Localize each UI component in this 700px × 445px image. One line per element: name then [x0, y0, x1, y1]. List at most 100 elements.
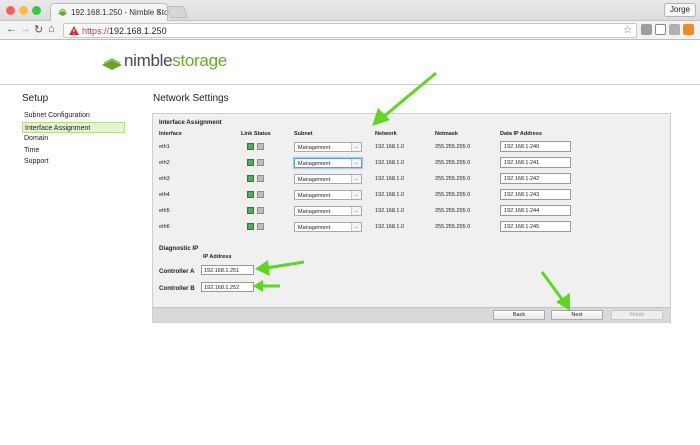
- subnet-value: Management: [298, 177, 331, 183]
- forward-arrow-icon[interactable]: →: [20, 23, 31, 35]
- subnet-select[interactable]: Management ⌄: [294, 158, 362, 168]
- link-status-icon: [257, 223, 264, 230]
- setup-sidebar: Subnet Configuration Interface Assignmen…: [22, 110, 125, 168]
- profile-button[interactable]: Jorge: [663, 3, 696, 17]
- subnet-value: Management: [298, 193, 331, 199]
- subnet-select[interactable]: Management ⌄: [294, 174, 362, 184]
- maximize-window-button[interactable]: [32, 6, 41, 15]
- annotation-arrow-icon: [253, 280, 280, 292]
- controller-b-label: Controller B: [159, 285, 195, 292]
- sidebar-item-interface-assignment[interactable]: Interface Assignment: [22, 121, 125, 133]
- link-status-icon: [257, 159, 264, 166]
- data-ip-input[interactable]: 192.168.1.244: [500, 205, 571, 216]
- subnet-value: Management: [298, 209, 331, 215]
- data-ip-input[interactable]: 192.168.1.241: [500, 157, 571, 168]
- link-status-icon: [257, 207, 264, 214]
- subnet-select[interactable]: Management ⌄: [294, 142, 362, 152]
- new-tab-button[interactable]: [165, 6, 189, 18]
- extension-icon[interactable]: [669, 24, 680, 35]
- data-ip-input[interactable]: 192.168.1.240: [500, 141, 571, 152]
- nimble-favicon-icon: [58, 8, 67, 17]
- extension-icon[interactable]: [641, 24, 652, 35]
- sidebar-item-support[interactable]: Support: [22, 156, 125, 168]
- netmask-value: 255.255.255.0: [435, 192, 471, 198]
- link-up-icon: [247, 143, 254, 150]
- network-value: 192.168.1.0: [375, 144, 405, 150]
- column-header-netmask: Netmask: [435, 131, 458, 137]
- subnet-select[interactable]: Management ⌄: [294, 206, 362, 216]
- diagnostic-ip-heading: Diagnostic IP: [159, 245, 199, 252]
- subnet-select[interactable]: Management ⌄: [294, 222, 362, 232]
- subnet-select[interactable]: Management ⌄: [294, 190, 362, 200]
- annotation-arrow-icon: [372, 71, 437, 126]
- url-scheme: https://: [82, 26, 110, 36]
- interface-name: eth4: [159, 192, 170, 198]
- network-value: 192.168.1.0: [375, 176, 405, 182]
- bookmark-star-icon[interactable]: ☆: [623, 25, 632, 36]
- annotation-arrow-icon: [540, 271, 570, 311]
- subnet-value: Management: [298, 225, 331, 231]
- extension-icon[interactable]: [655, 24, 666, 35]
- finish-button[interactable]: Finish: [611, 310, 663, 320]
- netmask-value: 255.255.255.0: [435, 224, 471, 230]
- reload-icon[interactable]: ↻: [34, 23, 43, 36]
- interface-name: eth3: [159, 176, 170, 182]
- netmask-value: 255.255.255.0: [435, 160, 471, 166]
- network-value: 192.168.1.0: [375, 224, 405, 230]
- wizard-footer: Back Next Finish: [153, 307, 670, 322]
- netmask-value: 255.255.255.0: [435, 208, 471, 214]
- subnet-value: Management: [298, 161, 331, 167]
- tab-close-icon[interactable]: ×: [156, 7, 161, 17]
- url-host: 192.168.1.250: [109, 26, 167, 36]
- chevron-down-icon[interactable]: ⌄: [351, 159, 361, 167]
- network-value: 192.168.1.0: [375, 208, 405, 214]
- interface-name: eth1: [159, 144, 170, 150]
- link-status-icon: [257, 191, 264, 198]
- data-ip-input[interactable]: 192.168.1.243: [500, 189, 571, 200]
- link-status-icon: [257, 143, 264, 150]
- close-window-button[interactable]: [6, 6, 15, 15]
- address-bar[interactable]: https://192.168.1.250 ☆: [63, 23, 637, 38]
- controller-a-label: Controller A: [159, 268, 195, 275]
- interface-name: eth6: [159, 224, 170, 230]
- controller-a-ip-input[interactable]: 192.168.1.251: [201, 265, 254, 275]
- nimble-logo-icon: [102, 58, 122, 70]
- insecure-warning-icon: [69, 26, 79, 35]
- sidebar-item-domain[interactable]: Domain: [22, 133, 125, 145]
- data-ip-input[interactable]: 192.168.1.245: [500, 221, 571, 232]
- chevron-down-icon[interactable]: ⌄: [351, 223, 361, 231]
- chevron-down-icon[interactable]: ⌄: [351, 175, 361, 183]
- chevron-down-icon[interactable]: ⌄: [351, 143, 361, 151]
- browser-tab-strip: 192.168.1.250 - Nimble Stora × Jorge: [0, 0, 700, 21]
- link-up-icon: [247, 175, 254, 182]
- home-icon[interactable]: ⌂: [48, 23, 55, 35]
- page-title: Network Settings: [153, 93, 229, 104]
- link-up-icon: [247, 223, 254, 230]
- link-status-icon: [257, 175, 264, 182]
- header-divider: [0, 84, 700, 85]
- browser-toolbar: ← → ↻ ⌂ https://192.168.1.250 ☆: [0, 21, 700, 40]
- extension-icon[interactable]: [683, 24, 694, 35]
- network-value: 192.168.1.0: [375, 192, 405, 198]
- column-header-interface: Interface: [159, 131, 182, 137]
- back-arrow-icon[interactable]: ←: [6, 23, 17, 35]
- link-up-icon: [247, 191, 254, 198]
- minimize-window-button[interactable]: [19, 6, 28, 15]
- sidebar-item-time[interactable]: Time: [22, 145, 125, 157]
- browser-tab[interactable]: 192.168.1.250 - Nimble Stora ×: [50, 3, 168, 21]
- controller-b-ip-input[interactable]: 192.168.1.252: [201, 282, 254, 292]
- netmask-value: 255.255.255.0: [435, 176, 471, 182]
- logo-text: nimblestorage: [124, 51, 227, 70]
- chevron-down-icon[interactable]: ⌄: [351, 191, 361, 199]
- column-header-subnet: Subnet: [294, 131, 313, 137]
- sidebar-item-subnet-configuration[interactable]: Subnet Configuration: [22, 110, 125, 122]
- interface-name: eth2: [159, 160, 170, 166]
- data-ip-input[interactable]: 192.168.1.242: [500, 173, 571, 184]
- chevron-down-icon[interactable]: ⌄: [351, 207, 361, 215]
- column-header-link-status: Link Status: [241, 131, 271, 137]
- link-up-icon: [247, 159, 254, 166]
- link-up-icon: [247, 207, 254, 214]
- interface-name: eth5: [159, 208, 170, 214]
- sidebar-title: Setup: [22, 93, 49, 104]
- column-header-data-ip: Data IP Address: [500, 131, 542, 137]
